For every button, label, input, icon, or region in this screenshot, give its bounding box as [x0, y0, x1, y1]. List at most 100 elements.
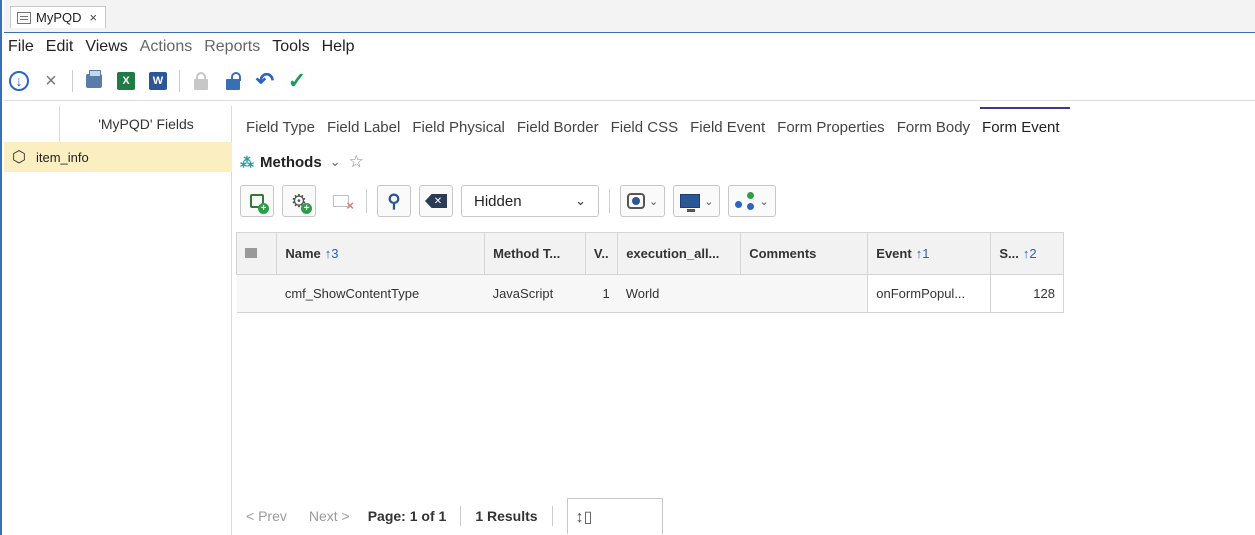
cell-method-type[interactable]: JavaScript: [484, 274, 586, 313]
clear-icon: ✕: [425, 194, 447, 208]
tab-field-border[interactable]: Field Border: [517, 119, 599, 143]
next-page-button[interactable]: Next >: [309, 508, 350, 524]
pager: < Prev Next > Page: 1 of 1 1 Results ↕▯: [246, 498, 663, 534]
cell-event[interactable]: onFormPopul...: [867, 274, 992, 313]
chevron-down-icon[interactable]: ⌄: [330, 154, 341, 170]
column-header-execution[interactable]: execution_all...: [617, 232, 742, 275]
hexagon-icon: ⬡: [12, 149, 26, 166]
menu-tools[interactable]: Tools: [272, 38, 309, 62]
toolbar-divider-line: [4, 100, 1255, 101]
page-indicator: Page: 1 of 1: [367, 508, 447, 524]
visibility-select-value: Hidden: [474, 192, 522, 210]
checkmark-icon: ✓: [287, 68, 307, 93]
form-icon: [17, 11, 31, 24]
fields-panel-header: 'MyPQD' Fields: [4, 106, 232, 142]
cell-s[interactable]: 128: [990, 274, 1064, 313]
printer-icon: [86, 70, 102, 88]
chevron-down-icon: ⌄: [649, 195, 659, 208]
add-setting-button[interactable]: ⚙: [282, 185, 316, 217]
print-button[interactable]: [83, 70, 105, 92]
tab-form-properties[interactable]: Form Properties: [777, 119, 885, 143]
excel-icon: X: [117, 72, 135, 90]
download-icon: ↓: [9, 71, 29, 91]
app-window: MyPQD × File Edit Views Actions Reports …: [0, 0, 1255, 535]
cell-name[interactable]: cmf_ShowContentType: [276, 274, 485, 313]
grid-toolbar-divider: [366, 189, 367, 213]
flag-column-header[interactable]: [235, 232, 278, 275]
tab-field-type[interactable]: Field Type: [246, 119, 315, 143]
capture-icon: [627, 193, 645, 209]
gear-add-icon: ⚙: [291, 191, 313, 214]
lock-icon: [194, 71, 208, 90]
toolbar-divider: [179, 70, 180, 92]
tab-field-event[interactable]: Field Event: [690, 119, 765, 143]
add-row-button[interactable]: [240, 185, 274, 217]
add-row-icon: [250, 194, 269, 214]
chevron-down-icon: ⌄: [704, 195, 714, 208]
search-button[interactable]: ⚲: [377, 185, 411, 217]
menu-edit[interactable]: Edit: [46, 38, 74, 62]
grid-toolbar-divider: [609, 189, 610, 213]
cancel-button[interactable]: ×: [40, 70, 62, 92]
results-count: 1 Results: [475, 508, 538, 524]
table-row[interactable]: cmf_ShowContentType JavaScript 1 World o…: [236, 274, 1064, 313]
menu-views[interactable]: Views: [85, 38, 127, 62]
column-header-name[interactable]: Name ↑3: [276, 232, 486, 275]
tab-form-event[interactable]: Form Event: [980, 107, 1070, 143]
tab-form-body[interactable]: Form Body: [897, 119, 970, 143]
menu-bar: File Edit Views Actions Reports Tools He…: [8, 38, 367, 62]
unlock-button[interactable]: [222, 70, 244, 92]
cell-v[interactable]: 1: [585, 274, 618, 313]
lock-button[interactable]: [190, 70, 212, 92]
grid-header-row: Name ↑3 Method T... V.. execution_all... …: [235, 232, 1064, 275]
tab-field-physical[interactable]: Field Physical: [412, 119, 505, 143]
menu-reports[interactable]: Reports: [204, 38, 260, 62]
column-header-comments[interactable]: Comments: [740, 232, 869, 275]
search-icon: ⚲: [387, 190, 401, 211]
menu-actions[interactable]: Actions: [140, 38, 192, 62]
save-button[interactable]: ↓: [8, 70, 30, 92]
menu-help[interactable]: Help: [322, 38, 355, 62]
flag-icon: [245, 248, 257, 258]
menu-file[interactable]: File: [8, 38, 34, 62]
apply-button[interactable]: ✓: [286, 68, 308, 93]
word-icon: W: [149, 72, 167, 90]
close-icon[interactable]: ×: [90, 10, 98, 25]
tab-underline: [4, 32, 1255, 33]
relationship-icon: ⁂: [240, 153, 254, 170]
delete-row-button[interactable]: [324, 185, 358, 217]
undo-button[interactable]: ↶: [254, 68, 276, 93]
capture-dropdown[interactable]: ⌄: [620, 185, 666, 217]
document-tab-strip: MyPQD ×: [4, 0, 1255, 32]
column-header-s[interactable]: S... ↑2: [990, 232, 1064, 275]
column-header-event[interactable]: Event ↑1: [867, 232, 992, 275]
visibility-select[interactable]: Hidden ⌄: [461, 185, 599, 217]
toolbar-divider: [72, 70, 73, 92]
methods-grid: Name ↑3 Method T... V.. execution_all... …: [235, 232, 1064, 313]
export-word-button[interactable]: W: [147, 70, 169, 92]
share-dropdown[interactable]: ⌄: [728, 185, 776, 217]
undo-icon: ↶: [255, 68, 275, 93]
methods-header: ⁂ Methods ⌄ ☆: [240, 151, 364, 173]
column-header-method-type[interactable]: Method T...: [484, 232, 586, 275]
row-height-control[interactable]: ↕▯: [566, 498, 663, 534]
prev-page-button[interactable]: < Prev: [246, 508, 287, 524]
favorite-star-icon[interactable]: ☆: [349, 152, 364, 172]
tab-field-label[interactable]: Field Label: [327, 119, 400, 143]
methods-title: Methods: [260, 153, 322, 171]
export-excel-button[interactable]: X: [115, 70, 137, 92]
sort-indicator: ↑1: [915, 246, 930, 261]
document-tab[interactable]: MyPQD ×: [10, 6, 107, 28]
display-dropdown[interactable]: ⌄: [673, 185, 721, 217]
tab-field-css[interactable]: Field CSS: [611, 119, 679, 143]
row-height-icon: ↕▯: [575, 508, 593, 526]
cell-comments[interactable]: [740, 274, 868, 313]
cell-execution[interactable]: World: [617, 274, 741, 313]
unlock-icon: [226, 71, 241, 90]
field-item-info[interactable]: ⬡ item_info: [4, 142, 232, 172]
fields-panel-header-spacer: [4, 106, 60, 142]
delete-row-icon: [333, 195, 354, 213]
chevron-down-icon: ⌄: [575, 193, 586, 208]
clear-search-button[interactable]: ✕: [419, 185, 453, 217]
column-header-v[interactable]: V..: [584, 232, 619, 275]
